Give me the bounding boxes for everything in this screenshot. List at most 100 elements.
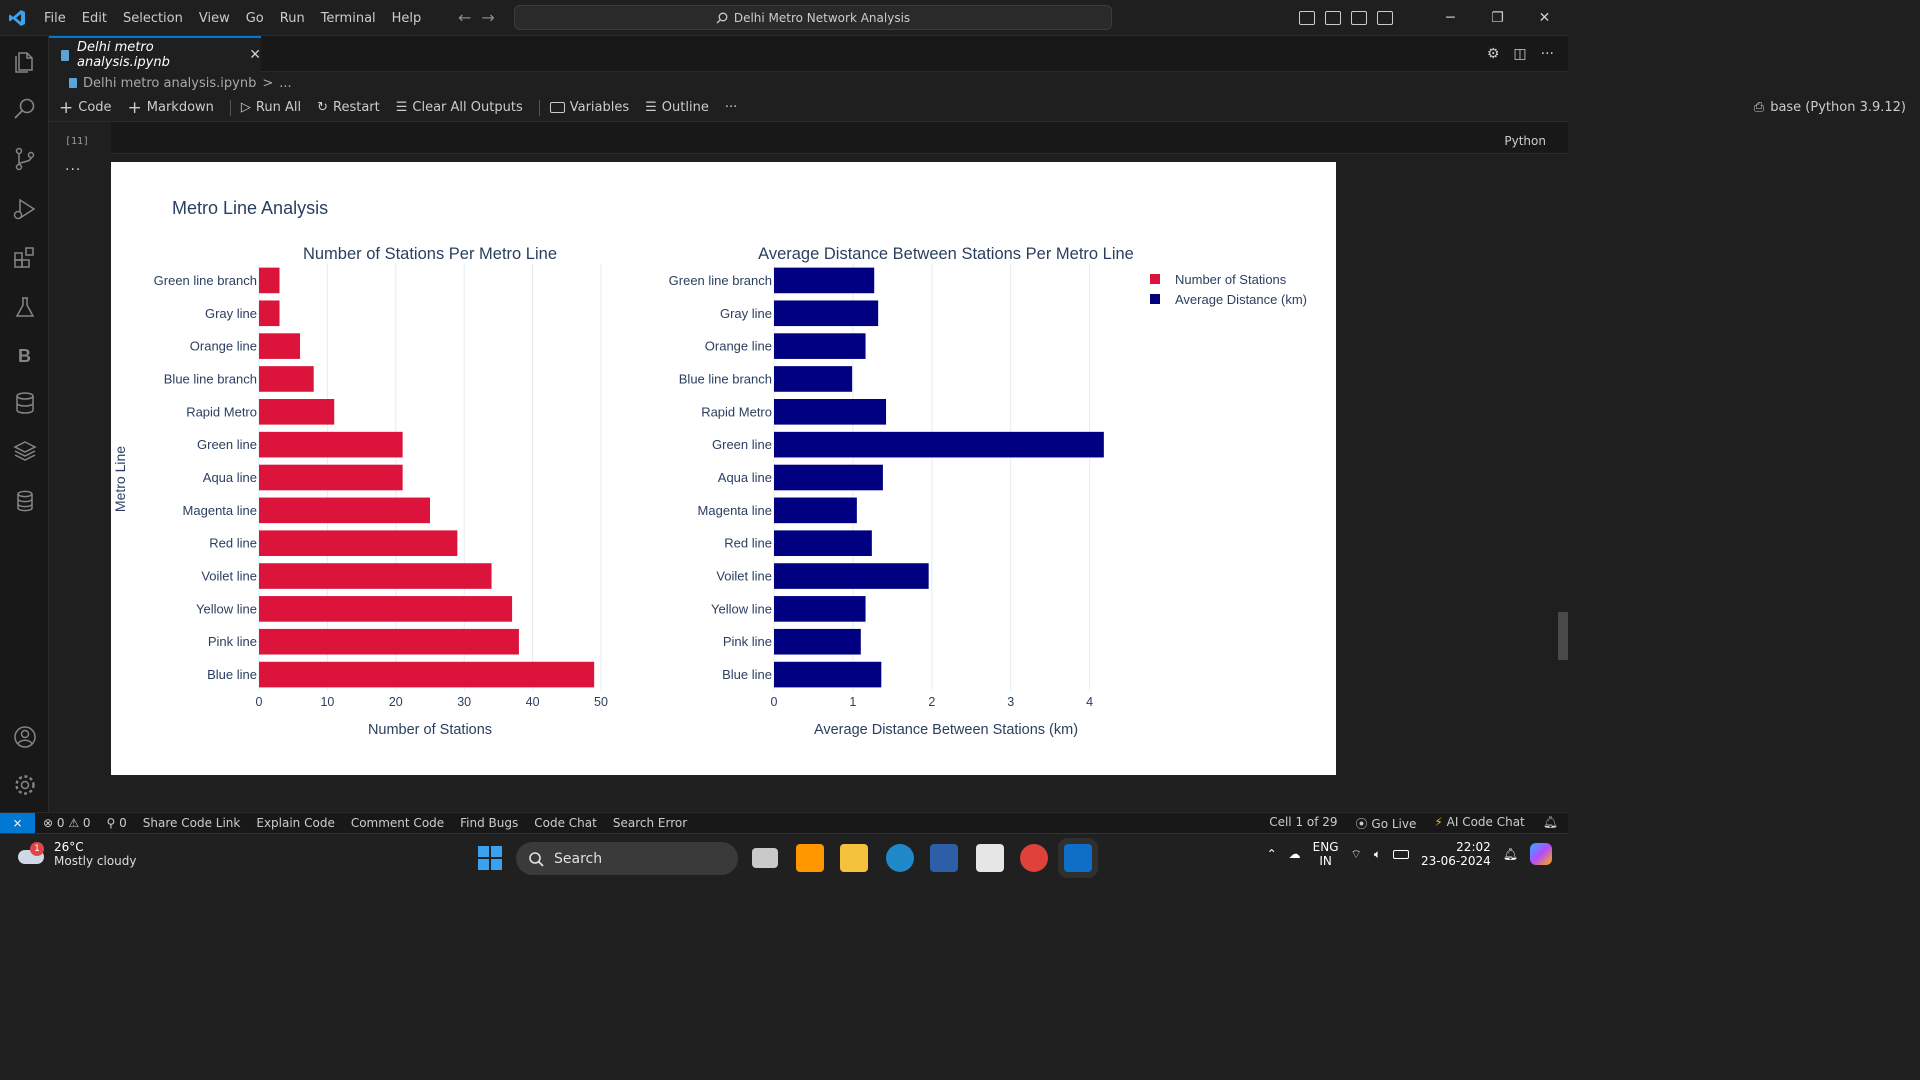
add-code-cell-button[interactable]: + Code <box>59 98 112 118</box>
menu-selection[interactable]: Selection <box>115 11 191 26</box>
clock[interactable]: 22:02 23-06-2024 <box>1421 840 1491 868</box>
toolbar-more-button[interactable]: ··· <box>725 100 737 115</box>
minimize-button[interactable]: ─ <box>1427 10 1474 26</box>
cell-language[interactable]: Python <box>1504 134 1546 148</box>
bar-distance-11[interactable] <box>774 628 861 655</box>
vertical-scrollbar[interactable] <box>1558 612 1568 660</box>
command-center-search[interactable]: Delhi Metro Network Analysis <box>514 5 1112 30</box>
problems-indicator[interactable]: ⊗ 0 ⚠ 0 <box>43 816 91 830</box>
bar-distance-7[interactable] <box>774 497 857 524</box>
windows-start-icon[interactable] <box>478 846 502 870</box>
split-editor-icon[interactable]: ◫ <box>1513 46 1526 62</box>
toggle-panel-icon[interactable] <box>1325 11 1341 25</box>
settings-gear-icon[interactable] <box>12 772 38 798</box>
taskbar-search[interactable]: Search <box>516 842 738 875</box>
bar-distance-10[interactable] <box>774 596 866 622</box>
legend-label-distance[interactable]: Average Distance (km) <box>1175 292 1307 307</box>
microsoft-store-icon[interactable] <box>976 844 1004 872</box>
status-search-error[interactable]: Search Error <box>613 816 687 830</box>
restart-button[interactable]: ↻ Restart <box>317 100 380 115</box>
forward-arrow-icon[interactable]: → <box>481 8 494 27</box>
more-actions-icon[interactable]: ··· <box>1541 46 1554 62</box>
notifications-bell-icon[interactable]: 🔔︎ <box>1543 815 1558 832</box>
menu-edit[interactable]: Edit <box>74 11 115 26</box>
bar-distance-9[interactable] <box>774 563 929 589</box>
bar-distance-0[interactable] <box>774 267 875 294</box>
remote-indicator-icon[interactable]: ⨯ <box>0 812 35 834</box>
clear-outputs-button[interactable]: ☰ Clear All Outputs <box>396 100 523 115</box>
file-explorer-icon[interactable] <box>840 844 868 872</box>
run-debug-icon[interactable] <box>12 196 38 222</box>
bar-distance-3[interactable] <box>774 366 853 392</box>
status-find-bugs[interactable]: Find Bugs <box>460 816 518 830</box>
bar-stations-8[interactable] <box>259 530 458 557</box>
breadcrumb-more[interactable]: ... <box>279 76 291 91</box>
kernel-picker[interactable]: ⎙ base (Python 3.9.12) <box>1754 100 1906 115</box>
legend-label-stations[interactable]: Number of Stations <box>1175 272 1287 287</box>
language-indicator[interactable]: ENG IN <box>1313 840 1339 868</box>
bar-distance-8[interactable] <box>774 530 872 557</box>
accounts-icon[interactable] <box>12 724 38 750</box>
bar-distance-5[interactable] <box>774 431 1104 458</box>
vscode-taskbar-icon[interactable] <box>1064 844 1092 872</box>
layers-icon[interactable] <box>12 438 38 464</box>
legend-swatch-distance[interactable] <box>1150 294 1160 304</box>
bar-stations-12[interactable] <box>259 661 595 688</box>
output-actions-icon[interactable]: ··· <box>65 162 81 178</box>
menu-help[interactable]: Help <box>384 11 430 26</box>
status-comment-code[interactable]: Comment Code <box>351 816 444 830</box>
notification-bell-icon[interactable]: 🔔︎ <box>1503 847 1518 861</box>
chrome-browser-icon[interactable] <box>1020 844 1048 872</box>
outline-button[interactable]: ☰ Outline <box>645 100 709 115</box>
tab-delhi-metro-notebook[interactable]: Delhi metro analysis.ipynb ✕ <box>49 36 261 72</box>
toggle-secondary-sidebar-icon[interactable] <box>1351 11 1367 25</box>
app-icon[interactable] <box>930 844 958 872</box>
bar-stations-0[interactable] <box>259 267 280 294</box>
restore-button[interactable]: ❐ <box>1474 10 1521 26</box>
copilot-icon[interactable] <box>1530 843 1552 865</box>
menu-view[interactable]: View <box>191 11 238 26</box>
bar-stations-1[interactable] <box>259 300 280 327</box>
customize-layout-icon[interactable] <box>1377 11 1393 25</box>
menu-file[interactable]: File <box>36 11 74 26</box>
bar-stations-9[interactable] <box>259 563 492 589</box>
close-window-button[interactable]: ✕ <box>1521 10 1568 26</box>
breadcrumb-file[interactable]: Delhi metro analysis.ipynb <box>83 76 256 91</box>
bar-distance-1[interactable] <box>774 300 879 327</box>
b-extension-icon[interactable]: B <box>12 342 38 368</box>
bar-distance-6[interactable] <box>774 464 883 491</box>
onedrive-icon[interactable]: ☁ <box>1289 847 1301 861</box>
bar-stations-6[interactable] <box>259 464 403 491</box>
wifi-icon[interactable]: ⌔ <box>1351 847 1362 862</box>
cell-position[interactable]: Cell 1 of 29 <box>1269 815 1337 832</box>
bar-distance-12[interactable] <box>774 661 882 688</box>
status-code-chat[interactable]: Code Chat <box>534 816 597 830</box>
bar-stations-4[interactable] <box>259 398 335 425</box>
source-control-icon[interactable] <box>12 146 38 172</box>
task-view-icon[interactable] <box>752 848 778 868</box>
edge-browser-icon[interactable] <box>886 844 914 872</box>
ai-code-chat-button[interactable]: ⚡ AI Code Chat <box>1434 815 1524 832</box>
testing-flask-icon[interactable] <box>12 294 38 320</box>
go-live-button[interactable]: ⦿ Go Live <box>1356 815 1417 832</box>
status-share-code-link[interactable]: Share Code Link <box>143 816 241 830</box>
status-explain-code[interactable]: Explain Code <box>256 816 334 830</box>
database-icon[interactable] <box>12 390 38 416</box>
extensions-icon[interactable] <box>12 244 38 270</box>
variables-button[interactable]: Variables <box>549 100 629 115</box>
bar-stations-11[interactable] <box>259 628 519 655</box>
menu-run[interactable]: Run <box>272 11 313 26</box>
bar-stations-7[interactable] <box>259 497 430 524</box>
search-sidebar-icon[interactable] <box>12 96 38 122</box>
menu-go[interactable]: Go <box>238 11 272 26</box>
bar-stations-5[interactable] <box>259 431 403 458</box>
bar-stations-2[interactable] <box>259 333 301 359</box>
run-all-button[interactable]: ▷ Run All <box>241 100 301 115</box>
ports-indicator[interactable]: ⚲ 0 <box>107 816 127 830</box>
volume-icon[interactable]: 🔈︎ <box>1374 847 1381 862</box>
code-cell-editor[interactable] <box>111 122 1568 154</box>
menu-terminal[interactable]: Terminal <box>313 11 384 26</box>
database-2-icon[interactable] <box>12 488 38 514</box>
weather-widget[interactable]: 1 26°C Mostly cloudy <box>16 840 137 868</box>
notebook-settings-gear-icon[interactable]: ⚙ <box>1487 46 1500 62</box>
